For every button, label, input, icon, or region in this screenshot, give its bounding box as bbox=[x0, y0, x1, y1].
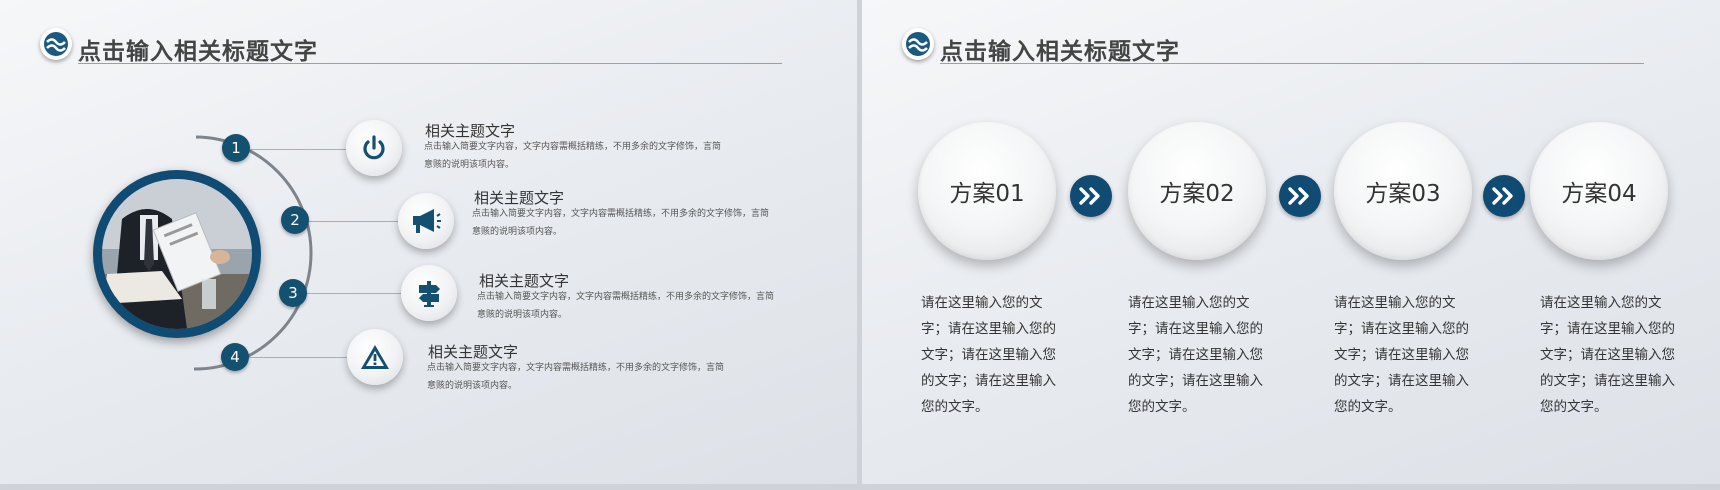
double-chevron-right-icon bbox=[1483, 175, 1525, 217]
connector-line bbox=[296, 221, 398, 222]
page-title: 点击输入相关标题文字 bbox=[940, 39, 1180, 65]
plan-label: 方案01 bbox=[949, 181, 1025, 207]
signpost-icon bbox=[401, 265, 457, 321]
step-number: 4 bbox=[221, 343, 249, 371]
connector-line bbox=[293, 293, 401, 294]
plan-circle: 方案04 bbox=[1530, 122, 1668, 260]
slide-left: 点击输入相关标题文字 1 相关主题文字 点击输入简要文字内容，文字内容需概括精练… bbox=[0, 0, 857, 484]
plan-label: 方案03 bbox=[1365, 181, 1441, 207]
wave-logo-icon bbox=[902, 28, 934, 60]
plan-label: 方案04 bbox=[1561, 181, 1637, 207]
megaphone-icon bbox=[398, 193, 454, 249]
plan-circle: 方案03 bbox=[1334, 122, 1472, 260]
double-chevron-right-icon bbox=[1070, 175, 1112, 217]
warning-icon bbox=[347, 329, 403, 385]
step-number: 1 bbox=[222, 134, 250, 162]
slide-right: 点击输入相关标题文字 方案01 请在这里输入您的文字；请在这里输入您的文字；请在… bbox=[862, 0, 1720, 484]
item-description: 点击输入简要文字内容，文字内容需概括精练，不用多余的文字修饰，言简意赅的说明该项… bbox=[477, 292, 775, 320]
double-chevron-right-icon bbox=[1279, 175, 1321, 217]
item-description: 点击输入简要文字内容，文字内容需概括精练，不用多余的文字修饰，言简意赅的说明该项… bbox=[472, 209, 770, 237]
plan-label: 方案02 bbox=[1159, 181, 1235, 207]
item-description: 点击输入简要文字内容，文字内容需概括精练，不用多余的文字修饰，言简意赅的说明该项… bbox=[424, 142, 722, 170]
plan-description: 请在这里输入您的文字；请在这里输入您的文字；请在这里输入您的文字；请在这里输入您… bbox=[921, 295, 1056, 415]
plan-description: 请在这里输入您的文字；请在这里输入您的文字；请在这里输入您的文字；请在这里输入您… bbox=[1540, 295, 1675, 415]
item-description: 点击输入简要文字内容，文字内容需概括精练，不用多余的文字修饰，言简意赅的说明该项… bbox=[427, 363, 725, 391]
title-divider bbox=[940, 63, 1644, 64]
plan-description: 请在这里输入您的文字；请在这里输入您的文字；请在这里输入您的文字；请在这里输入您… bbox=[1128, 295, 1263, 415]
connector-line bbox=[236, 357, 347, 358]
business-meeting-photo bbox=[102, 179, 252, 329]
connector-line bbox=[236, 149, 346, 150]
power-icon bbox=[346, 120, 402, 176]
step-number: 3 bbox=[279, 279, 307, 307]
plan-circle: 方案02 bbox=[1128, 122, 1266, 260]
plan-description: 请在这里输入您的文字；请在这里输入您的文字；请在这里输入您的文字；请在这里输入您… bbox=[1334, 295, 1469, 415]
step-number: 2 bbox=[281, 206, 309, 234]
plan-circle: 方案01 bbox=[918, 122, 1056, 260]
